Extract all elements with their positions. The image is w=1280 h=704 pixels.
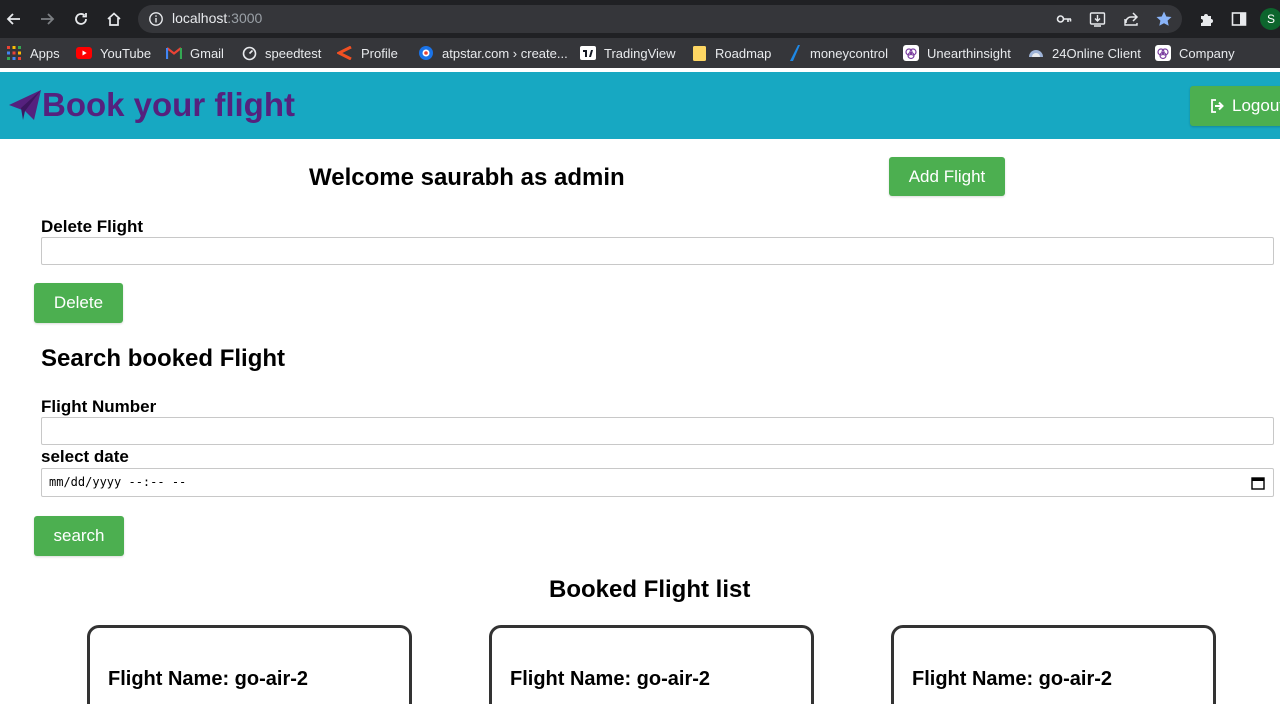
bookmark-label: atpstar.com › create... xyxy=(442,45,568,61)
bookmark-label: YouTube xyxy=(100,45,152,61)
extensions-puzzle-icon[interactable] xyxy=(1196,9,1216,29)
address-bar[interactable]: localhost:3000 xyxy=(138,5,1182,33)
bookmark-tradingview[interactable]: TradingView xyxy=(580,38,676,68)
bookmark-label: TradingView xyxy=(604,45,676,61)
bookmark-24online[interactable]: 24Online Client xyxy=(1028,38,1141,68)
bookmark-label: speedtest xyxy=(265,45,322,61)
flight-number-label: Flight Number xyxy=(41,397,157,416)
flight-card-title: Flight Name: go-air-2 xyxy=(912,668,1113,690)
bookmark-label: Roadmap xyxy=(715,45,772,61)
app-header: Book your flight Logout xyxy=(0,72,1280,139)
bookmark-gmail[interactable]: Gmail xyxy=(166,38,224,68)
delete-flight-input[interactable] xyxy=(41,237,1274,265)
24online-icon xyxy=(1028,45,1044,61)
forward-arrow-icon[interactable] xyxy=(35,7,59,31)
roadmap-icon xyxy=(691,45,707,61)
gmail-icon xyxy=(166,45,182,61)
logout-label: Logout xyxy=(1232,96,1280,115)
select-date-label: select date xyxy=(41,447,129,466)
speedtest-icon xyxy=(241,45,257,61)
bookmark-profile[interactable]: Profile xyxy=(337,38,398,68)
bookmark-apps[interactable]: Apps xyxy=(6,38,60,68)
atpstar-icon xyxy=(418,45,434,61)
bookmark-label: Unearthinsight xyxy=(927,45,1011,61)
delete-button[interactable]: Delete xyxy=(34,283,123,323)
home-icon[interactable] xyxy=(102,7,126,31)
youtube-icon xyxy=(76,45,92,61)
unearthinsight-icon xyxy=(903,45,919,61)
flight-card-title: Flight Name: go-air-2 xyxy=(510,668,711,690)
bookmark-company[interactable]: Company xyxy=(1155,38,1235,68)
date-placeholder: mm/dd/yyyy --:-- -- xyxy=(49,475,187,489)
bookmark-label: Gmail xyxy=(190,45,224,61)
reload-icon[interactable] xyxy=(69,7,93,31)
flight-card: Flight Name: go-air-2 xyxy=(87,625,412,704)
url-port: :3000 xyxy=(227,10,263,26)
url-text: localhost:3000 xyxy=(172,10,262,26)
booked-list-heading: Booked Flight list xyxy=(549,576,751,603)
brand-title[interactable]: Book your flight xyxy=(42,86,295,124)
search-button[interactable]: search xyxy=(34,516,124,556)
back-arrow-icon[interactable] xyxy=(2,7,26,31)
paper-plane-icon xyxy=(8,88,42,122)
company-icon xyxy=(1155,45,1171,61)
share-icon[interactable] xyxy=(1122,10,1140,28)
bookmarks-bar: Apps YouTube Gmail speedtest Profile atp… xyxy=(0,38,1280,68)
key-icon[interactable] xyxy=(1055,10,1073,28)
sign-out-icon xyxy=(1211,99,1224,113)
calendar-icon[interactable] xyxy=(1251,476,1265,490)
bookmark-label: Company xyxy=(1179,45,1235,61)
bookmark-label: moneycontrol xyxy=(810,45,889,61)
flight-card: Flight Name: go-air-2 xyxy=(489,625,814,704)
tradingview-icon xyxy=(580,45,596,61)
profile-avatar[interactable]: S xyxy=(1260,8,1280,30)
bookmark-label: 24Online Client xyxy=(1052,45,1141,61)
bookmark-label: Profile xyxy=(361,45,398,61)
bookmark-atpstar[interactable]: atpstar.com › create... xyxy=(418,38,568,68)
bookmark-label: Apps xyxy=(30,45,60,61)
browser-toolbar: localhost:3000 S xyxy=(0,0,1280,38)
flight-card-title: Flight Name: go-air-2 xyxy=(108,668,309,690)
bookmark-star-icon[interactable] xyxy=(1155,10,1173,28)
add-flight-button[interactable]: Add Flight xyxy=(889,157,1005,196)
delete-flight-label: Delete Flight xyxy=(41,217,144,236)
flight-card: Flight Name: go-air-2 xyxy=(891,625,1216,704)
search-heading: Search booked Flight xyxy=(41,345,286,372)
url-host: localhost xyxy=(172,10,228,26)
bookmark-speedtest[interactable]: speedtest xyxy=(241,38,321,68)
moneycontrol-icon xyxy=(786,45,802,61)
bookmark-roadmap[interactable]: Roadmap xyxy=(691,38,771,68)
date-input[interactable]: mm/dd/yyyy --:-- -- xyxy=(41,468,1274,497)
side-panel-icon[interactable] xyxy=(1229,9,1249,29)
bookmark-youtube[interactable]: YouTube xyxy=(76,38,151,68)
apps-grid-icon xyxy=(6,45,22,61)
site-info-icon[interactable] xyxy=(148,11,164,27)
install-app-icon[interactable] xyxy=(1088,10,1106,28)
bookmark-moneycontrol[interactable]: moneycontrol xyxy=(786,38,888,68)
bookmark-unearthinsight[interactable]: Unearthinsight xyxy=(903,38,1011,68)
welcome-heading: Welcome saurabh as admin xyxy=(309,164,625,191)
logout-button[interactable]: Logout xyxy=(1190,86,1280,126)
flight-number-input[interactable] xyxy=(41,417,1274,445)
profile-bookmark-icon xyxy=(337,45,353,61)
